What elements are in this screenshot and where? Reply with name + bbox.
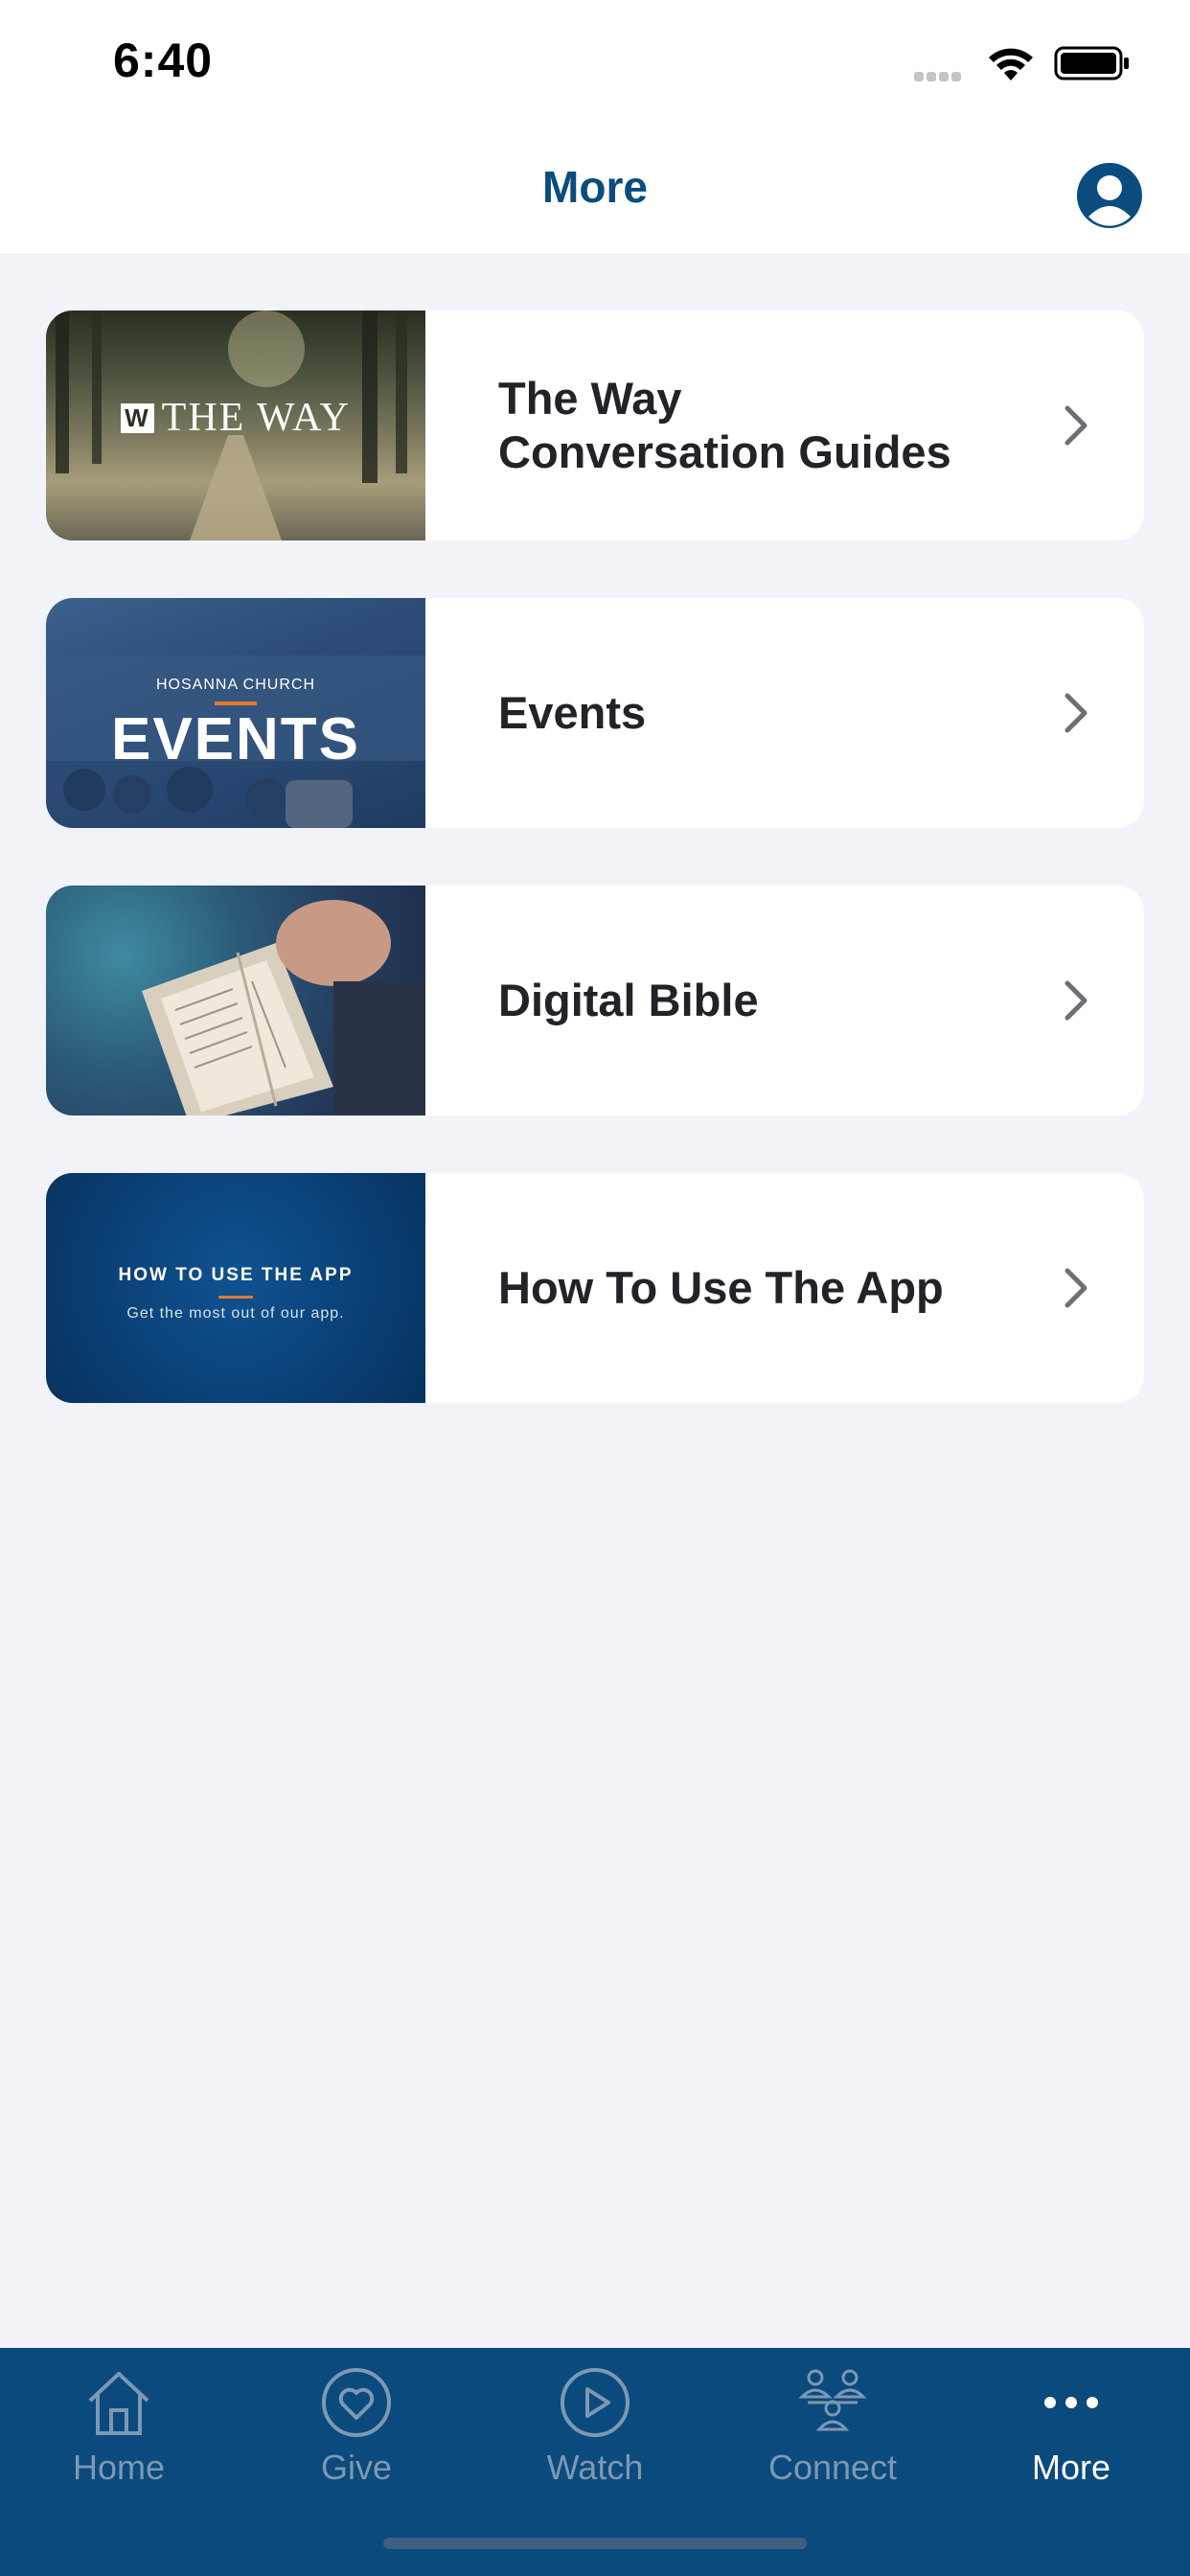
tab-label-connect: Connect [767, 2448, 898, 2487]
navigation-header: More [0, 134, 1190, 253]
tab-label-watch: Watch [546, 2448, 644, 2487]
more-menu-list: W THE WAY The Way Conversation Guides HOS… [46, 310, 1144, 1460]
play-icon [561, 2368, 629, 2437]
tab-label-home: Home [72, 2448, 166, 2487]
events-kicker: HOSANNA CHURCH [155, 677, 315, 693]
status-time: 6:40 [113, 34, 214, 87]
home-indicator [383, 2538, 807, 2549]
tab-give[interactable]: Give [238, 2348, 475, 2501]
how-to-use-thumbnail: HOW TO USE THE APP Get the most out of o… [46, 1173, 425, 1403]
card-how-to-use[interactable]: HOW TO USE THE APP Get the most out of o… [46, 1173, 1144, 1403]
chevron-right-icon [1064, 693, 1087, 733]
tab-connect[interactable]: Connect [714, 2348, 951, 2501]
events-thumb-title: EVENTS [110, 706, 361, 772]
card-digital-bible[interactable]: Digital Bible [46, 886, 1144, 1116]
accent-bar [218, 1296, 253, 1299]
page-title: More [542, 162, 648, 212]
card-label-how-to-use: How To Use The App [498, 1262, 944, 1313]
tab-more[interactable]: More [952, 2348, 1190, 2501]
tab-watch[interactable]: Watch [476, 2348, 714, 2501]
tab-label-give: Give [320, 2448, 393, 2487]
tab-label-more: More [1031, 2448, 1111, 2487]
profile-icon[interactable] [1075, 161, 1144, 230]
the-way-thumbnail: W THE WAY [46, 310, 425, 540]
card-the-way[interactable]: W THE WAY The Way Conversation Guides [46, 310, 1144, 540]
open-bible-image [142, 900, 425, 1116]
tab-home[interactable]: Home [0, 2348, 238, 2501]
how-to-thumb-title: HOW TO USE THE APP [118, 1265, 354, 1285]
digital-bible-thumbnail [46, 886, 425, 1116]
people-icon [798, 2369, 867, 2431]
wifi-icon [989, 48, 1033, 80]
heart-icon [322, 2368, 391, 2437]
status-bar: 6:40 [0, 0, 1190, 134]
cellular-signal-icon [914, 69, 970, 81]
card-label-the-way: The Way Conversation Guides [498, 373, 951, 477]
battery-icon [1054, 46, 1129, 80]
the-way-thumb-text: W THE WAY [46, 395, 425, 441]
chevron-right-icon [1064, 405, 1087, 446]
how-to-thumb-subtitle: Get the most out of our app. [126, 1305, 345, 1322]
more-dots-icon [1044, 2397, 1098, 2408]
the-way-logo: W [121, 403, 154, 433]
chevron-right-icon [1064, 980, 1087, 1021]
chevron-right-icon [1064, 1268, 1087, 1308]
card-events[interactable]: HOSANNA CHURCH EVENTS Events [46, 598, 1144, 828]
events-thumbnail: HOSANNA CHURCH EVENTS [46, 598, 425, 828]
home-icon [88, 2372, 149, 2435]
card-label-events: Events [498, 687, 647, 738]
card-label-digital-bible: Digital Bible [498, 975, 759, 1025]
